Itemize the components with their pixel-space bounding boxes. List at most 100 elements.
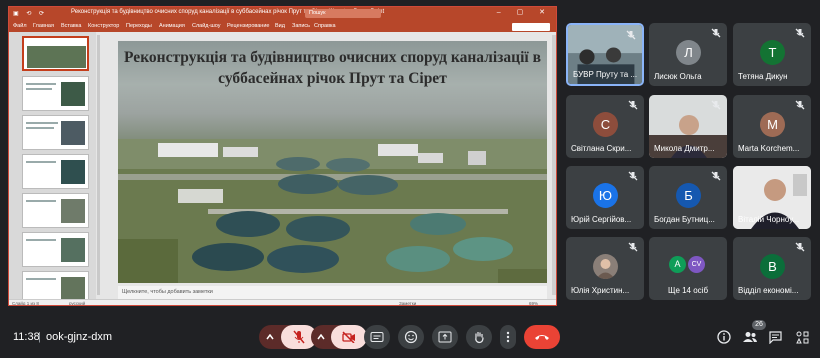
participant-tile[interactable]: Ю Юрій Сергійов... — [566, 166, 644, 229]
thumbnail-line — [26, 83, 56, 85]
status-zoom[interactable]: 69% — [529, 301, 538, 305]
menu-record[interactable]: Запись — [292, 23, 310, 29]
status-notes-button[interactable]: Заметки — [399, 301, 416, 305]
avatar: CV — [688, 256, 705, 273]
participant-tile[interactable]: M Marta Korchem... — [733, 95, 811, 158]
mic-off-icon — [795, 100, 805, 110]
mic-off-icon — [628, 171, 638, 181]
participant-name: Микола Дмитр... — [654, 144, 715, 153]
menu-insert[interactable]: Вставка — [61, 23, 81, 29]
slide-title: Реконструкція та будівництво очисних спо… — [124, 49, 541, 87]
present-icon — [438, 331, 452, 343]
menu-animation[interactable]: Анимация — [159, 23, 185, 29]
slide-thumbnail[interactable]: 3 — [22, 115, 89, 150]
mic-off-icon — [628, 242, 638, 252]
mic-off-icon — [795, 242, 805, 252]
menu-view[interactable]: Вид — [275, 23, 285, 29]
menu-home[interactable]: Главная — [33, 23, 54, 29]
camera-options-button[interactable] — [311, 325, 331, 349]
avatar: Л — [676, 40, 701, 65]
slide-thumbnail[interactable]: 6 — [22, 232, 89, 267]
microphone-control — [259, 325, 317, 349]
meeting-info-button[interactable] — [717, 330, 731, 344]
participant-name: Відділ економі... — [738, 286, 799, 295]
participant-tile[interactable]: Микола Дмитр... — [649, 95, 727, 158]
meeting-time: 11:38 — [13, 331, 40, 343]
participant-tile[interactable]: Т Тетяна Дикун — [733, 23, 811, 86]
thumbnail-line — [26, 161, 56, 163]
thumbnail-image — [61, 82, 85, 106]
chevron-up-icon — [317, 334, 325, 340]
chat-button[interactable] — [769, 331, 782, 345]
slide-thumbnail[interactable]: 4 — [22, 154, 89, 189]
avatar: M — [760, 112, 785, 137]
window-controls[interactable]: – ▢ ✕ — [497, 8, 552, 16]
participant-tile[interactable]: С Світлана Скри... — [566, 95, 644, 158]
mic-off-icon — [795, 28, 805, 38]
avatar: Ю — [593, 183, 618, 208]
menu-transitions[interactable]: Переходы — [126, 23, 152, 29]
treatment-plant-photo — [118, 139, 547, 283]
powerpoint-status-bar: Слайд 1 из 8 русский Заметки 69% — [9, 299, 556, 306]
info-icon — [717, 330, 731, 344]
people-icon — [743, 332, 757, 342]
slide-thumbnail[interactable]: 2 — [22, 76, 89, 111]
slide-scrollbar[interactable] — [552, 35, 556, 295]
more-options-button[interactable] — [500, 325, 516, 349]
reactions-button[interactable] — [398, 325, 424, 349]
participant-tile[interactable]: Б Богдан Бутниц... — [649, 166, 727, 229]
powerpoint-title-bar: ▣ ⟲ ⟳ Реконструкція та будівництво очисн… — [9, 7, 556, 21]
participant-tile[interactable]: Юлія Христин... — [566, 237, 644, 300]
notes-pane[interactable]: Щелкните, чтобы добавить заметки — [118, 286, 547, 299]
current-slide[interactable]: Реконструкція та будівництво очисних спо… — [118, 41, 547, 283]
quick-access-toolbar[interactable]: ▣ ⟲ ⟳ — [13, 10, 47, 17]
camera-toggle-button[interactable] — [331, 325, 367, 349]
menu-help[interactable]: Справка — [314, 23, 336, 29]
activities-button[interactable] — [796, 331, 809, 344]
meeting-code: ook-gjnz-dxm — [46, 331, 113, 343]
participant-tile[interactable]: A CV Ще 14 осіб — [649, 237, 727, 300]
slide-thumbnail[interactable]: 5 — [22, 193, 89, 228]
thumbnails-scrollbar[interactable] — [97, 35, 100, 295]
powerpoint-search[interactable]: Пошук — [305, 9, 381, 18]
participant-name: Світлана Скри... — [571, 144, 632, 153]
participant-tile[interactable]: Л Лисюк Ольга — [649, 23, 727, 86]
end-call-icon — [535, 335, 549, 340]
chat-icon — [769, 331, 782, 345]
slide-thumbnail[interactable]: 1 — [22, 36, 89, 71]
status-slide-count: Слайд 1 из 8 — [12, 301, 39, 306]
participant-tile[interactable]: Віталій Чорноу... — [733, 166, 811, 229]
avatar: A — [669, 256, 686, 273]
mic-options-button[interactable] — [259, 325, 281, 349]
emoji-icon — [404, 330, 418, 344]
menu-slideshow[interactable]: Слайд-шоу — [192, 23, 221, 29]
powerpoint-share-button[interactable]: Поделиться — [511, 23, 550, 31]
activities-icon — [796, 331, 809, 344]
participant-name: Віталій Чорноу... — [738, 215, 800, 224]
status-language: русский — [69, 301, 86, 306]
menu-design[interactable]: Конструктор — [88, 23, 119, 29]
mic-off-icon — [711, 100, 721, 110]
participant-name: Ще 14 осіб — [667, 286, 709, 295]
participant-name: Тетяна Дикун — [738, 72, 788, 81]
thumbnail-image — [61, 160, 85, 184]
end-call-button[interactable] — [524, 325, 560, 349]
raise-hand-button[interactable] — [466, 325, 492, 349]
mic-off-icon — [628, 100, 638, 110]
avatar: Т — [760, 40, 785, 65]
notes-placeholder: Щелкните, чтобы добавить заметки — [122, 289, 213, 295]
participant-name: Marta Korchem... — [738, 144, 800, 153]
menu-review[interactable]: Рецензирование — [227, 23, 269, 29]
avatar: С — [593, 112, 618, 137]
participant-name: Лисюк Ольга — [654, 72, 702, 81]
participant-count-badge: 26 — [752, 320, 766, 330]
participant-tile[interactable]: В Відділ економі... — [733, 237, 811, 300]
thumbnail-line — [26, 200, 56, 202]
present-button[interactable] — [432, 325, 458, 349]
camera-control — [311, 325, 367, 349]
participant-tile[interactable]: БУВР Пруту та ... — [566, 23, 644, 86]
captions-button[interactable] — [364, 325, 390, 349]
menu-file[interactable]: Файл — [13, 23, 27, 29]
mic-off-icon — [626, 30, 636, 40]
people-button[interactable] — [742, 330, 758, 344]
